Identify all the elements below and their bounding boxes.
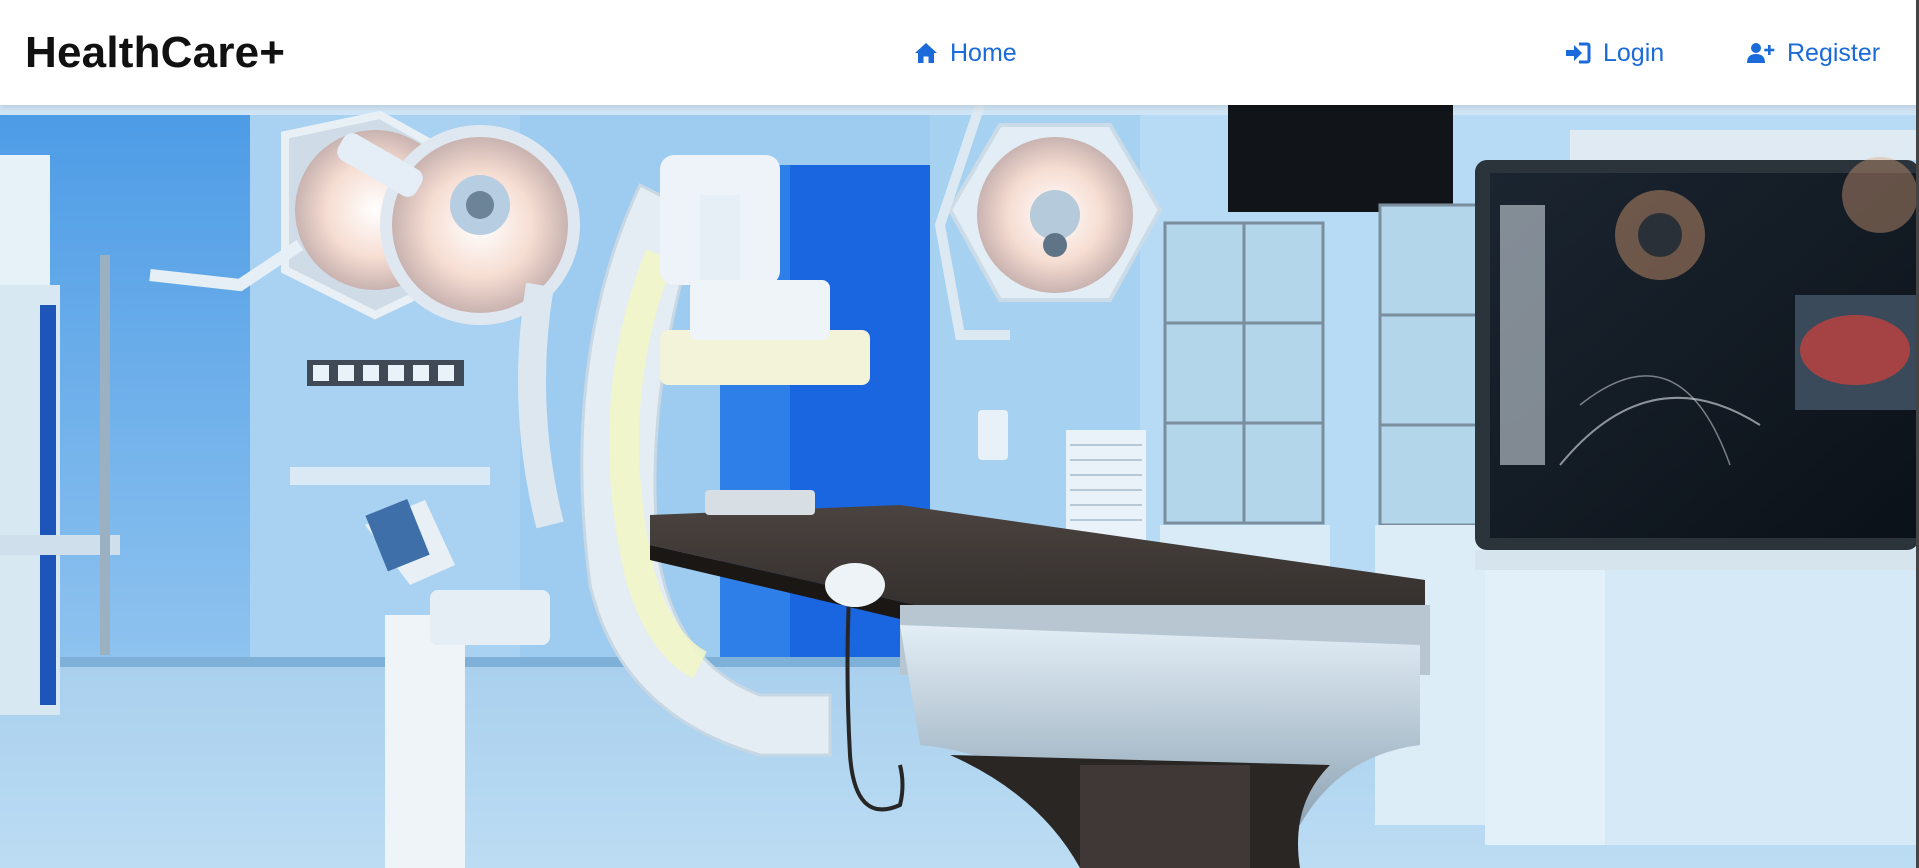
nav-login-link[interactable]: Login — [1565, 36, 1664, 70]
home-icon — [914, 42, 938, 64]
nav-login-label: Login — [1603, 39, 1665, 67]
navbar: HealthCare+ Home Login Register — [0, 0, 1919, 105]
brand-logo-text[interactable]: HealthCare+ — [25, 27, 285, 79]
sign-in-icon — [1565, 42, 1591, 64]
hero-image — [0, 105, 1919, 868]
nav-home-label: Home — [950, 39, 1017, 67]
nav-home-link[interactable]: Home — [914, 36, 1017, 70]
nav-register-link[interactable]: Register — [1747, 36, 1880, 70]
nav-register-label: Register — [1787, 39, 1881, 67]
user-plus-icon — [1747, 42, 1775, 64]
page: HealthCare+ Home Login Register — [0, 0, 1919, 868]
operating-room-illustration — [0, 105, 1919, 868]
